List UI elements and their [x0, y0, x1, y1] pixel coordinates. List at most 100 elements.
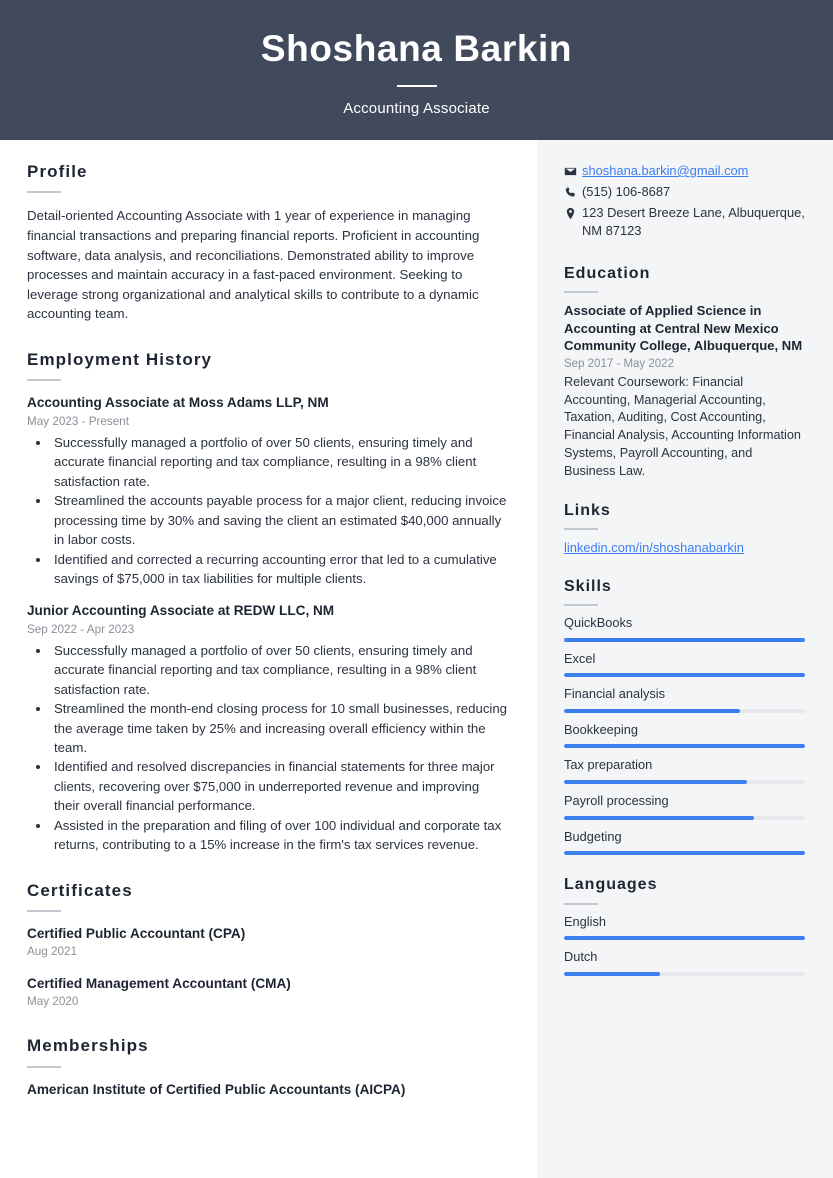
section-education: Education Associate of Applied Science i…	[564, 264, 805, 481]
contact-row[interactable]: shoshana.barkin@gmail.com	[564, 162, 805, 180]
section-heading-languages: Languages	[564, 876, 658, 894]
employment-entry-title: Accounting Associate at Moss Adams LLP, …	[27, 395, 329, 411]
link-row: linkedin.com/in/shoshanabarkin	[564, 539, 805, 557]
certificate-date: Aug 2021	[27, 945, 78, 959]
sidebar-column: shoshana.barkin@gmail.com (515) 106-8687 1…	[537, 140, 833, 1178]
section-divider	[27, 909, 61, 912]
education-title: Associate of Applied Science in Accounti…	[564, 303, 803, 354]
section-divider	[27, 1065, 61, 1068]
resume-page: Shoshana Barkin Accounting Associate Pro…	[0, 0, 833, 1178]
certificate-entry: Certified Public Accountant (CPA) Aug 202…	[27, 925, 507, 961]
section-links: Links linkedin.com/in/shoshanabarkin	[564, 501, 805, 557]
skill-item: QuickBooks	[564, 615, 805, 642]
section-divider	[27, 379, 61, 382]
skill-level-track	[564, 851, 805, 856]
candidate-job-title: Accounting Associate	[343, 99, 490, 117]
skill-level-fill	[564, 851, 805, 856]
section-heading-education: Education	[564, 265, 651, 282]
skill-item: Bookkeeping	[564, 722, 805, 749]
section-heading-links: Links	[564, 501, 611, 519]
contact-row: (515) 106-8687	[564, 183, 805, 201]
skill-level-track	[564, 744, 805, 749]
employment-bullet: Assisted in the preparation and filing o…	[51, 816, 507, 855]
language-item: English	[564, 914, 805, 941]
skill-level-track	[564, 780, 805, 785]
section-divider	[564, 603, 598, 606]
contact-row: 123 Desert Breeze Lane, Albuquerque, NM …	[564, 204, 805, 240]
skill-label: Budgeting	[564, 828, 622, 844]
section-heading-certificates: Certificates	[27, 880, 133, 900]
employment-bullet-list: Successfully managed a portfolio of over…	[27, 641, 507, 854]
resume-body: Profile Detail-oriented Accounting Assoc…	[0, 140, 833, 1178]
education-entries: Associate of Applied Science in Accounti…	[564, 302, 805, 480]
section-memberships: Memberships American Institute of Certif…	[27, 1036, 507, 1099]
language-level-fill	[564, 936, 805, 941]
education-entry: Associate of Applied Science in Accounti…	[564, 302, 805, 480]
contact-text: 123 Desert Breeze Lane, Albuquerque, NM …	[582, 205, 805, 238]
resume-header: Shoshana Barkin Accounting Associate	[0, 0, 833, 140]
employment-bullet: Streamlined the month-end closing proces…	[51, 699, 507, 757]
skill-level-track	[564, 637, 805, 642]
language-item: Dutch	[564, 949, 805, 976]
language-items: English Dutch	[564, 914, 805, 976]
skill-item: Financial analysis	[564, 686, 805, 713]
certificate-title: Certified Management Accountant (CMA)	[27, 975, 291, 991]
skill-level-track	[564, 815, 805, 820]
skill-label: Bookkeeping	[564, 721, 638, 737]
section-heading-employment: Employment History	[27, 349, 213, 369]
contact-email-link[interactable]: shoshana.barkin@gmail.com	[582, 163, 748, 178]
skill-level-track	[564, 673, 805, 678]
employment-entry-date: Sep 2022 - Apr 2023	[27, 622, 135, 636]
skill-label: Tax preparation	[564, 757, 653, 773]
skill-items: QuickBooks Excel Financial analysis Bookkee…	[564, 615, 805, 856]
membership-entries: American Institute of Certified Public A…	[27, 1081, 507, 1099]
section-divider	[564, 527, 598, 530]
phone-icon	[564, 183, 582, 199]
section-languages: Languages English Dutch	[564, 875, 805, 976]
link-items: linkedin.com/in/shoshanabarkin	[564, 539, 805, 557]
education-description: Relevant Coursework: Financial Accountin…	[564, 374, 801, 478]
employment-bullet: Identified and corrected a recurring acc…	[51, 550, 507, 589]
employment-entries: Accounting Associate at Moss Adams LLP, …	[27, 394, 507, 854]
section-employment-history: Employment History Accounting Associate …	[27, 350, 507, 855]
certificate-entry: Certified Management Accountant (CMA) May…	[27, 975, 507, 1011]
skill-label: QuickBooks	[564, 614, 633, 630]
language-level-track	[564, 936, 805, 941]
link-linkedin[interactable]: linkedin.com/in/shoshanabarkin	[564, 540, 744, 555]
employment-entry-date: May 2023 - Present	[27, 414, 129, 428]
section-divider	[27, 191, 61, 194]
membership-title: American Institute of Certified Public A…	[27, 1081, 406, 1097]
skill-level-fill	[564, 673, 805, 678]
contact-list: shoshana.barkin@gmail.com (515) 106-8687 1…	[564, 162, 805, 240]
header-divider	[396, 84, 437, 87]
certificate-entries: Certified Public Accountant (CPA) Aug 202…	[27, 925, 507, 1010]
employment-bullet: Streamlined the accounts payable process…	[51, 491, 507, 549]
section-profile: Profile Detail-oriented Accounting Assoc…	[27, 162, 507, 324]
employment-entry-title: Junior Accounting Associate at REDW LLC,…	[27, 603, 335, 619]
skill-label: Financial analysis	[564, 686, 666, 702]
employment-bullet: Successfully managed a portfolio of over…	[51, 433, 507, 491]
employment-bullet: Identified and resolved discrepancies in…	[51, 757, 507, 815]
education-date: Sep 2017 - May 2022	[564, 357, 674, 370]
section-heading-memberships: Memberships	[27, 1036, 149, 1056]
language-level-track	[564, 971, 805, 976]
section-certificates: Certificates Certified Public Accountant…	[27, 881, 507, 1011]
envelope-icon	[564, 162, 582, 178]
section-divider	[564, 902, 598, 905]
contact-text: (515) 106-8687	[582, 184, 671, 199]
employment-entry: Junior Accounting Associate at REDW LLC,…	[27, 602, 507, 854]
skill-level-fill	[564, 780, 748, 785]
employment-entry: Accounting Associate at Moss Adams LLP, …	[27, 394, 507, 588]
skill-level-fill	[564, 708, 740, 713]
section-heading-profile: Profile	[27, 162, 88, 181]
contact-text: shoshana.barkin@gmail.com	[582, 162, 748, 180]
skill-level-track	[564, 708, 805, 713]
skill-label: Excel	[564, 650, 596, 666]
language-label: English	[564, 913, 606, 929]
membership-entry: American Institute of Certified Public A…	[27, 1081, 507, 1099]
skill-level-fill	[564, 744, 805, 749]
language-label: Dutch	[564, 949, 598, 965]
skill-level-fill	[564, 637, 805, 642]
language-level-fill	[564, 971, 661, 976]
main-column: Profile Detail-oriented Accounting Assoc…	[0, 140, 537, 1178]
